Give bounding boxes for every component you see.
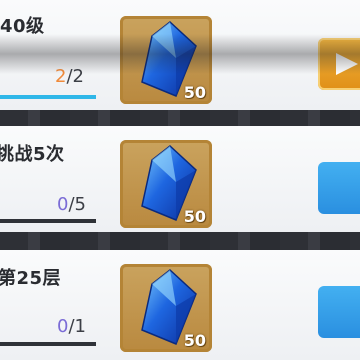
quest-card-2: 挑战5次 0/5 50 xyxy=(0,126,360,232)
progress-bar xyxy=(0,342,96,346)
reward-slot[interactable]: 50 xyxy=(120,264,212,352)
quest-card-3: 第25层 0/1 50 xyxy=(0,250,360,360)
go-button[interactable] xyxy=(318,162,360,214)
reward-quantity: 50 xyxy=(183,207,206,226)
reward-quantity: 50 xyxy=(183,331,206,350)
reward-quantity: 50 xyxy=(183,83,206,102)
scroll-shadow xyxy=(0,34,360,74)
progress-total: /5 xyxy=(68,194,86,215)
progress-bar xyxy=(0,95,96,99)
progress-total: /1 xyxy=(68,316,86,337)
quest-progress-count: 0/5 xyxy=(57,194,86,215)
reward-slot[interactable]: 50 xyxy=(120,140,212,228)
progress-current: 0 xyxy=(57,194,69,215)
quest-progress-count: 0/1 xyxy=(57,316,86,337)
quest-title: 第25层 xyxy=(0,268,62,289)
go-button[interactable] xyxy=(318,286,360,338)
progress-current: 0 xyxy=(57,316,69,337)
quest-title: 挑战5次 xyxy=(0,144,65,165)
progress-bar-fill xyxy=(0,95,96,99)
progress-bar xyxy=(0,219,96,223)
